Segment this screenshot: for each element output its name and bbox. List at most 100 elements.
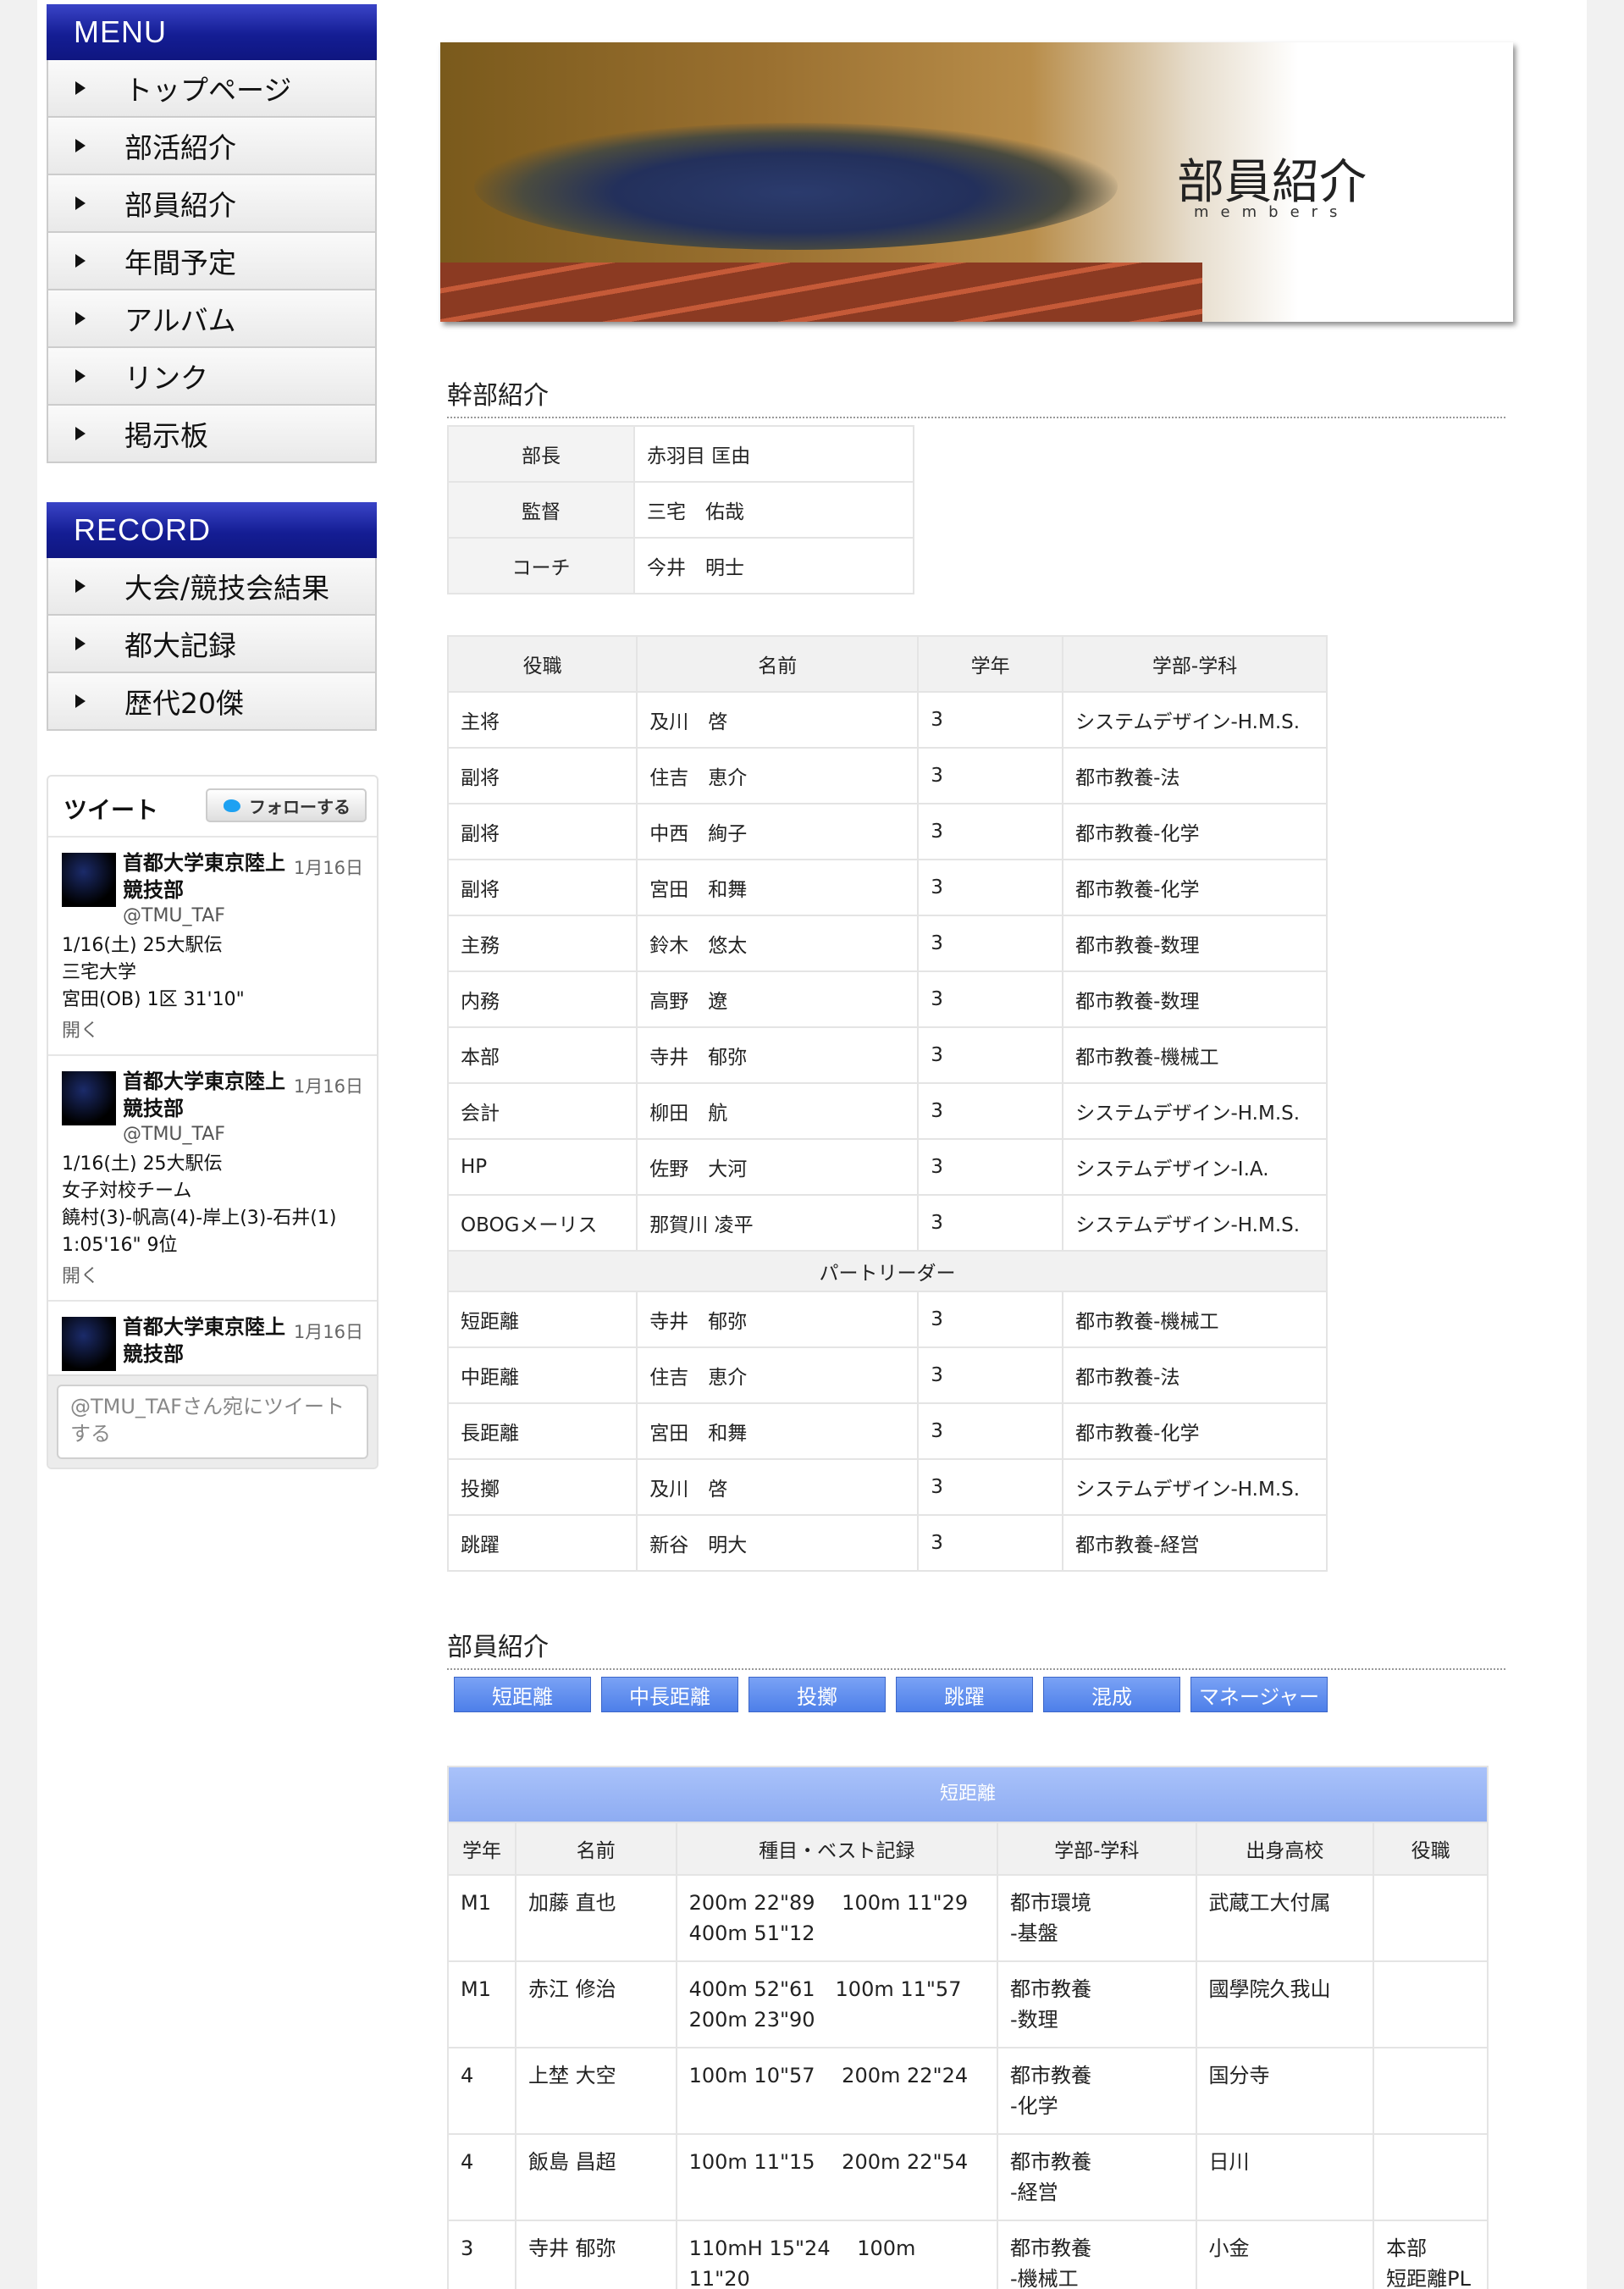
member-cell <box>1373 2133 1489 2221</box>
roles-cell: OBOGメーリス <box>446 1194 638 1252</box>
executive-row: 部長 赤羽目 匡由 <box>447 425 914 483</box>
menu-item[interactable]: アルバム <box>47 290 377 348</box>
roles-cell: 都市教養-数理 <box>1062 970 1328 1028</box>
roles-cell: 3 <box>917 1291 1064 1348</box>
member-tab[interactable]: 短距離 <box>454 1677 591 1712</box>
avatar[interactable] <box>62 1071 116 1125</box>
tweet-open-link[interactable]: 開く <box>62 1261 363 1288</box>
member-cell: 都市教養 -経営 <box>996 2133 1197 2221</box>
menu-item[interactable]: 部活紹介 <box>47 118 377 175</box>
roles-row: 副将 宮田 和舞 3 都市教養-化学 <box>446 859 1328 916</box>
tweet-author-name[interactable]: 首都大学東京陸上競技部 <box>123 849 292 904</box>
menu-item-label: 掲示板 <box>124 419 208 452</box>
roles-cell: 長距離 <box>446 1402 638 1460</box>
roles-cell: 3 <box>917 1514 1064 1572</box>
menu-item[interactable]: 掲示板 <box>47 406 377 463</box>
member-tab[interactable]: 混成 <box>1043 1677 1180 1712</box>
member-cell: 4 <box>447 2047 516 2135</box>
roles-cell: 副将 <box>446 747 638 804</box>
roles-cell: 宮田 和舞 <box>636 859 920 916</box>
member-row: 4 飯島 昌超 100m 11"15 200m 22"54 都市教養 -経営 日川 <box>447 2133 1489 2221</box>
roles-cell: 副将 <box>446 859 638 916</box>
roles-cell: 3 <box>917 1026 1064 1084</box>
tweet-author-name[interactable]: 首都大学東京陸上競技部 <box>123 1313 292 1368</box>
member-tab[interactable]: 中長距離 <box>601 1677 738 1712</box>
roles-cell: 都市教養-法 <box>1062 747 1328 804</box>
record-item[interactable]: 大会/競技会結果 <box>47 558 377 616</box>
roles-cell: 3 <box>917 1402 1064 1460</box>
triangle-right-icon <box>75 196 86 210</box>
member-cell <box>1373 1960 1489 2048</box>
tweet-author-handle[interactable]: @TMU_TAF <box>123 1122 363 1147</box>
tweet-open-link[interactable]: 開く <box>62 1015 363 1042</box>
roles-header-cell: 名前 <box>636 635 920 693</box>
menu-item[interactable]: リンク <box>47 348 377 406</box>
members-table: 短距離 学年 名前 種目・ベスト記録 学部-学科 出身高校 役職 M1 加藤 直也 200m … <box>447 1766 1489 2289</box>
tweet-author-name[interactable]: 首都大学東京陸上競技部 <box>123 1068 292 1122</box>
roles-cell: 3 <box>917 691 1064 749</box>
roles-cell: 都市教養-化学 <box>1062 859 1328 916</box>
roles-cell: 都市教養-化学 <box>1062 803 1328 860</box>
member-tab[interactable]: 投擲 <box>748 1677 886 1712</box>
menu-item[interactable]: 年間予定 <box>47 233 377 290</box>
part-leader-row: パートリーダー <box>447 1250 1328 1292</box>
tweet-compose-input[interactable]: @TMU_TAFさん宛にツイートする <box>57 1385 368 1459</box>
roles-row: 短距離 寺井 郁弥 3 都市教養-機械工 <box>446 1291 1328 1348</box>
roles-cell: 3 <box>917 1138 1064 1196</box>
roles-cell: 主将 <box>446 691 638 749</box>
roles-cell: 3 <box>917 747 1064 804</box>
roles-cell: 及川 啓 <box>636 691 920 749</box>
banner-title: 部員紹介 <box>1177 155 1367 210</box>
member-cell: 4 <box>447 2133 516 2221</box>
member-tab[interactable]: マネージャー <box>1190 1677 1328 1712</box>
executive-name: 今井 明士 <box>633 537 914 594</box>
tweet-date[interactable]: 1月16日 <box>294 1319 363 1344</box>
roles-cell: 内務 <box>446 970 638 1028</box>
tweet-date[interactable]: 1月16日 <box>294 1073 363 1098</box>
roles-cell: 副将 <box>446 803 638 860</box>
roles-cell: 佐野 大河 <box>636 1138 920 1196</box>
avatar[interactable] <box>62 1317 116 1371</box>
executive-name: 三宅 佑哉 <box>633 481 914 539</box>
roles-cell: システムデザイン-H.M.S. <box>1062 691 1328 749</box>
member-cell: 100m 11"15 200m 22"54 <box>675 2133 998 2221</box>
member-row: 3 寺井 郁弥 110mH 15"24 100m 11"20 都市教養 -機械工 小金本… <box>447 2220 1489 2289</box>
sidebar: MENU トップページ 部活紹介 部員紹介 年間予定 アルバム リンク 掲示板 RECORD… <box>47 4 378 1469</box>
roles-row: 中距離 住吉 恵介 3 都市教養-法 <box>446 1346 1328 1404</box>
executive-role: 監督 <box>447 481 635 539</box>
roles-row: 主務 鈴木 悠太 3 都市教養-数理 <box>446 915 1328 972</box>
tweet-text: 1/16(土) 25大駅伝 女子対校チーム 饒村(3)-帆高(4)-岸上(3)-… <box>62 1153 337 1256</box>
tweet-author-handle[interactable]: @TMU_TAF <box>123 904 363 929</box>
roles-cell: 都市教養-機械工 <box>1062 1026 1328 1084</box>
menu-item-label: アルバム <box>124 304 236 337</box>
executive-row: 監督 三宅 佑哉 <box>447 481 914 539</box>
member-cell: 110mH 15"24 100m 11"20 <box>675 2220 998 2289</box>
avatar[interactable] <box>62 853 116 907</box>
roles-cell: 3 <box>917 859 1064 916</box>
roles-cell: 新谷 明大 <box>636 1514 920 1572</box>
executives-section-title: 幹部紹介 <box>447 374 1505 418</box>
member-tab[interactable]: 跳躍 <box>896 1677 1033 1712</box>
follow-button[interactable]: フォローする <box>206 788 367 822</box>
twitter-title: ツイート <box>64 796 159 824</box>
follow-label: フォローする <box>249 796 351 817</box>
menu-item[interactable]: 部員紹介 <box>47 175 377 233</box>
record-item[interactable]: 歴代20傑 <box>47 673 377 731</box>
members-header-cell: 学部-学科 <box>996 1822 1197 1876</box>
roles-row: 本部 寺井 郁弥 3 都市教養-機械工 <box>446 1026 1328 1084</box>
member-cell <box>1373 1874 1489 1962</box>
roles-cell: 寺井 郁弥 <box>636 1291 920 1348</box>
tweet-list: 首都大学東京陸上競技部 1月16日 @TMU_TAF 1/16(土) 25大駅伝 三宅… <box>48 838 377 1381</box>
roles-cell: 柳田 航 <box>636 1082 920 1140</box>
menu-item-label: トップページ <box>124 74 292 107</box>
roles-cell: システムデザイン-I.A. <box>1062 1138 1328 1196</box>
tweet: 首都大学東京陸上競技部 1月16日 @TMU_TAF 1/16(土) 25大駅伝 三宅… <box>48 838 377 1056</box>
roles-cell: 都市教養-数理 <box>1062 915 1328 972</box>
tweet-date[interactable]: 1月16日 <box>294 854 363 880</box>
triangle-right-icon <box>75 254 86 268</box>
roles-cell: 主務 <box>446 915 638 972</box>
record-item[interactable]: 都大記録 <box>47 616 377 673</box>
twitter-header: ツイート フォローする <box>48 777 377 838</box>
roles-row: OBOGメーリス 那賀川 凌平 3 システムデザイン-H.M.S. <box>446 1194 1328 1252</box>
menu-item[interactable]: トップページ <box>47 60 377 118</box>
